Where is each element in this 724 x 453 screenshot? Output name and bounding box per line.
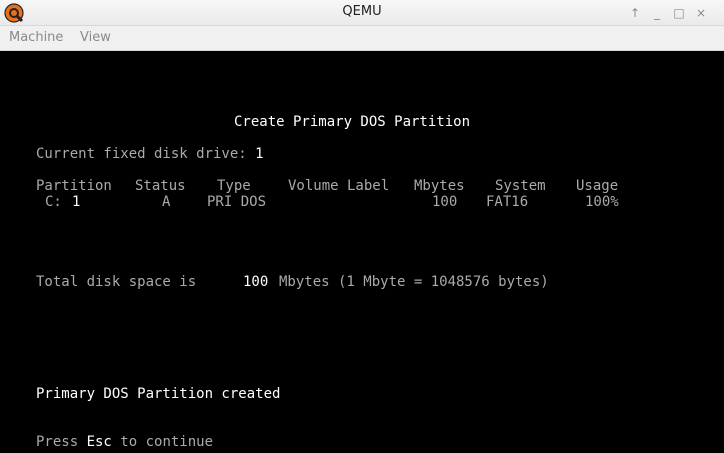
row-partition: 1 [72,194,81,210]
continue-prompt: Press Esc to continue [36,434,213,450]
total-suffix: Mbytes (1 Mbyte = 1048576 bytes) [279,274,549,290]
status-message: Primary DOS Partition created [36,386,281,402]
row-drive: C: [45,194,62,210]
maximize-icon[interactable]: □ [668,4,690,22]
menu-bar: Machine View [0,26,724,51]
col-usage: Usage [576,178,619,194]
col-status: Status [135,178,186,194]
row-mbytes: 100 [432,194,458,210]
col-type: Type [217,178,251,194]
row-status: A [162,194,171,210]
esc-key: Esc [86,434,112,450]
prompt-suffix: to continue [111,434,214,450]
row-type: PRI DOS [207,194,267,210]
row-system: FAT16 [486,194,529,210]
shade-icon[interactable]: ↑ [624,4,646,22]
title-bar[interactable]: QEMU ↑ _ □ × [0,0,724,26]
total-label: Total disk space is [36,274,197,290]
screen-heading: Create Primary DOS Partition [234,114,471,130]
col-system: System [495,178,546,194]
qemu-window: QEMU ↑ _ □ × Machine View Create Primary… [0,0,724,453]
drive-label: Current fixed disk drive: [36,146,256,162]
col-mbytes: Mbytes [414,178,465,194]
minimize-icon[interactable]: _ [646,4,668,22]
col-partition: Partition [36,178,112,194]
close-icon[interactable]: × [690,4,712,22]
guest-console[interactable]: Create Primary DOS Partition Current fix… [0,51,724,453]
prompt-prefix: Press [36,434,87,450]
window-controls: ↑ _ □ × [624,4,712,22]
window-title: QEMU [342,4,382,19]
menu-view[interactable]: View [80,30,111,45]
col-volume-label: Volume Label [288,178,390,194]
drive-value: 1 [255,146,264,162]
total-value: 100 [243,274,269,290]
menu-machine[interactable]: Machine [9,30,63,45]
row-usage: 100% [585,194,619,210]
drive-line: Current fixed disk drive: 1 [36,146,264,162]
